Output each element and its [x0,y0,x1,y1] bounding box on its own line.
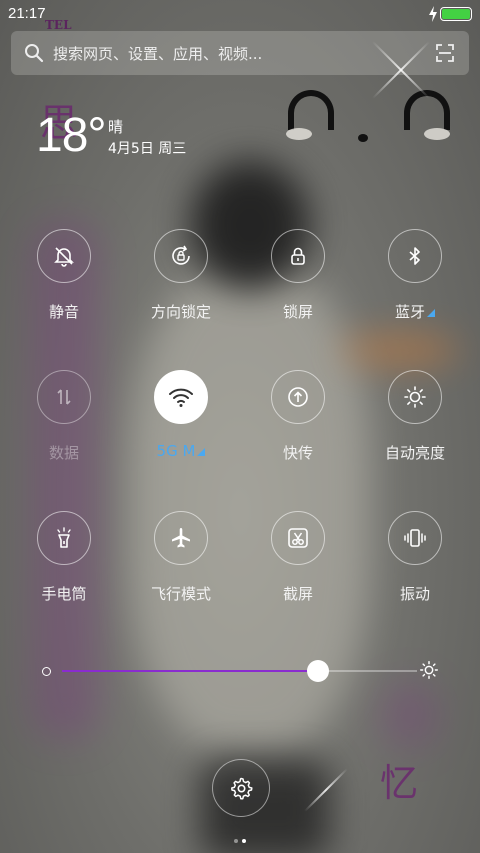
scan-icon[interactable] [435,43,455,63]
toggle-silent-button[interactable] [37,229,91,283]
battery-level [442,9,470,19]
page-indicator [232,828,248,847]
wallpaper-glyph-bottom: 忆 [380,761,419,805]
toggle-label: 截屏 [282,585,313,603]
flashlight-icon [57,527,71,548]
bell-slash-icon [54,247,74,267]
brightness-max-icon [420,661,438,679]
toggle-quick-transfer-button[interactable] [271,370,325,424]
lock-icon [291,247,305,265]
toggle-label: 振动 [399,585,430,603]
gear-icon [231,777,253,800]
toggle-auto-brightness[interactable]: 自动亮度 [370,370,460,463]
toggle-wifi[interactable]: 5G M [136,370,226,460]
toggle-label-text: 蓝牙 [394,303,425,321]
weather-temperature[interactable]: 18° [36,108,107,163]
wifi-icon [169,388,193,407]
wallpaper-blur-figure [130,270,370,750]
toggle-label: 锁屏 [282,303,313,321]
toggle-rotation-lock-button[interactable] [154,229,208,283]
toggle-vibrate-button[interactable] [388,511,442,565]
wallpaper-face-cheek-left [286,128,312,140]
toggle-lock-screen-button[interactable] [271,229,325,283]
toggle-bluetooth[interactable]: 蓝牙 [370,229,460,322]
toggle-label: 飞行模式 [150,585,211,603]
wallpaper-blur-purple-2 [380,680,440,750]
charging-icon [429,6,437,22]
toggle-quick-transfer[interactable]: 快传 [253,370,343,463]
toggle-label-bluetooth: 蓝牙 [370,301,460,322]
rotation-lock-icon [172,245,190,265]
toggle-flashlight-button[interactable] [37,511,91,565]
toggle-auto-brightness-button[interactable] [388,370,442,424]
search-icon [25,44,44,63]
mobile-data-icon [57,389,71,405]
upload-icon [288,387,308,407]
toggle-screenshot-button[interactable] [271,511,325,565]
toggle-mobile-data[interactable]: 数据 [19,370,109,463]
wifi-network-name: 5G M [156,442,196,460]
toggle-airplane-button[interactable] [154,511,208,565]
battery-icon [440,7,472,21]
vibrate-icon [404,529,426,547]
more-indicator-icon [197,448,206,456]
toggle-label: 方向锁定 [150,303,211,321]
toggle-airplane[interactable]: 飞行模式 [136,511,226,604]
search-placeholder: 搜索网页、设置、应用、视频... [53,45,263,63]
weather-date: 4月5日 周三 [108,141,187,157]
wallpaper-blur-orange [340,335,460,365]
wallpaper-face-nose [358,134,368,142]
toggle-bluetooth-button[interactable] [388,229,442,283]
brightness-min-icon [42,667,51,676]
page-dot [242,839,246,843]
wallpaper-face-cheek-right [424,128,450,140]
sun-icon [404,386,426,408]
brightness-knob[interactable] [306,660,329,682]
airplane-icon [172,528,190,548]
toggle-flashlight[interactable]: 手电筒 [19,511,109,604]
toggle-label: 快传 [282,444,313,462]
settings-button[interactable] [212,759,270,817]
toggle-rotation-lock[interactable]: 方向锁定 [136,229,226,322]
more-indicator-icon [427,309,435,317]
toggle-silent[interactable]: 静音 [19,229,109,322]
bluetooth-icon [409,247,420,265]
status-time: 21:17 [8,5,46,22]
wallpaper-face-eye-left [288,90,334,130]
toggle-screenshot[interactable]: 截屏 [253,511,343,604]
toggle-mobile-data-button[interactable] [37,370,91,424]
brightness-slider[interactable] [62,660,417,682]
status-bar: 21:17 [0,0,480,28]
toggle-label: 手电筒 [41,585,87,603]
toggle-lock-screen[interactable]: 锁屏 [253,229,343,322]
toggle-wifi-button[interactable] [154,370,208,424]
brightness-fill [62,670,318,672]
scissors-icon [288,528,308,548]
toggle-vibrate[interactable]: 振动 [370,511,460,604]
weather-condition: 晴 [108,118,124,136]
search-bar[interactable]: 搜索网页、设置、应用、视频... [11,31,469,75]
toggle-label: 自动亮度 [384,444,445,462]
toggle-label-wifi: 5G M [136,442,226,460]
toggle-label: 静音 [48,303,79,321]
toggle-label: 数据 [48,444,79,462]
page-dot [234,839,238,843]
